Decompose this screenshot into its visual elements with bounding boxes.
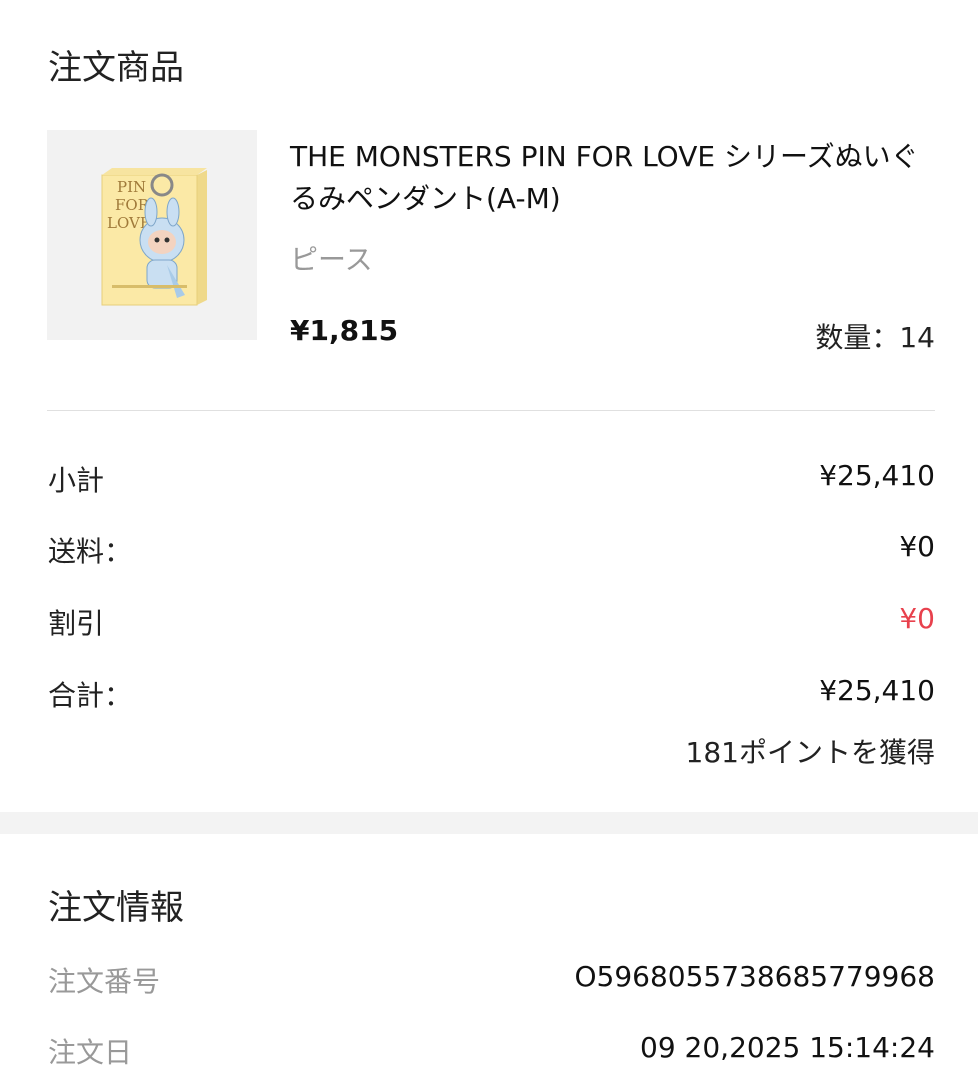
order-number-value[interactable]: O596805573868577996​8 (574, 960, 935, 993)
divider (47, 410, 935, 411)
order-items-title: 注文商品 (48, 48, 184, 88)
shipping-label: 送料： (48, 535, 133, 568)
product-variant: ピース (290, 243, 373, 276)
order-date-label: 注文日 (48, 1036, 133, 1069)
discount-value: ¥0 (899, 602, 935, 635)
product-quantity: 数量：14 (815, 321, 935, 354)
box-text-1: PIN (117, 178, 146, 196)
subtotal-label: 小計 (48, 464, 105, 497)
product-image[interactable]: PIN FOR LOVE (47, 130, 257, 340)
subtotal-value: ¥25,410 (819, 459, 935, 492)
discount-label: 割引 (48, 607, 105, 640)
product-price: ¥1,815 (290, 314, 399, 347)
total-value: ¥25,410 (819, 674, 935, 707)
total-label: 合計： (48, 679, 133, 712)
product-name[interactable]: THE MONSTERS PIN FOR LOVE シリーズぬいぐるみペンダント… (290, 136, 930, 220)
product-box-illustration: PIN FOR LOVE (101, 168, 207, 306)
order-number-label: 注文番号 (48, 965, 161, 998)
box-text-2: FOR (115, 196, 150, 214)
order-date-value: 09 20,2025 15:14:24 (640, 1031, 935, 1064)
shipping-value: ¥0 (899, 530, 935, 563)
order-info-title: 注文情報 (48, 888, 184, 928)
points-earned: 181ポイントを獲得 (685, 736, 935, 769)
section-separator (0, 812, 978, 834)
